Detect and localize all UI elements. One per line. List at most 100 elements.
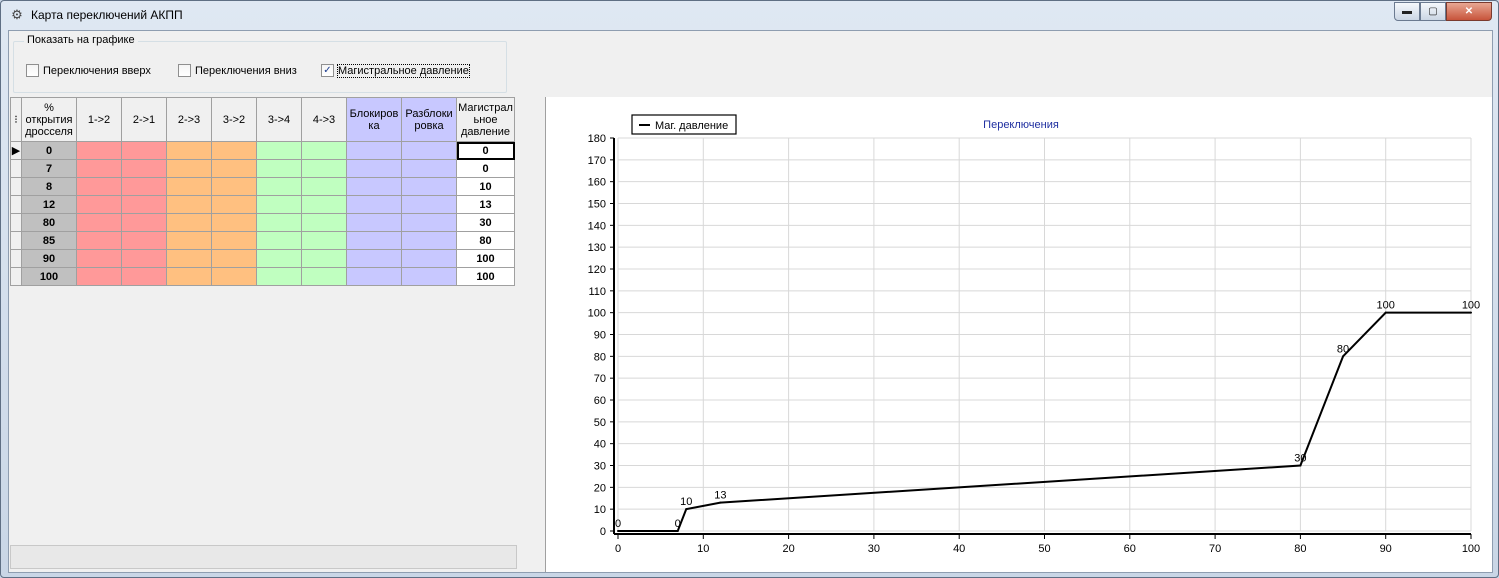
cell-2-3[interactable] (166, 267, 212, 286)
cell-3-2[interactable] (211, 267, 257, 286)
cell-1-2[interactable] (76, 249, 122, 268)
cell-1-2[interactable] (76, 177, 122, 196)
cell-2-3[interactable] (166, 249, 212, 268)
table-row[interactable]: 90 100 (10, 249, 515, 268)
cell-3-4[interactable] (256, 159, 302, 178)
table-row[interactable]: 100 100 (10, 267, 515, 286)
cell-3-2[interactable] (211, 159, 257, 178)
cell-unlock[interactable] (401, 267, 457, 286)
cell-3-2[interactable] (211, 141, 257, 160)
cell-lockup[interactable] (346, 141, 402, 160)
table-row[interactable]: ▶ 0 0 (10, 141, 515, 160)
throttle-cell[interactable]: 8 (21, 177, 77, 196)
cell-3-2[interactable] (211, 213, 257, 232)
cell-lockup[interactable] (346, 195, 402, 214)
row-selector-icon[interactable]: ⁝ (10, 97, 22, 142)
cell-3-4[interactable] (256, 213, 302, 232)
cell-2-1[interactable] (121, 249, 167, 268)
header-throttle[interactable]: % открытия дросселя (21, 97, 77, 142)
cell-2-1[interactable] (121, 231, 167, 250)
checkbox-line-pressure[interactable]: ✓ Магистральное давление (321, 63, 470, 78)
cell-unlock[interactable] (401, 213, 457, 232)
cell-3-4[interactable] (256, 249, 302, 268)
cell-unlock[interactable] (401, 141, 457, 160)
cell-lockup[interactable] (346, 231, 402, 250)
row-header[interactable]: ▶ (10, 141, 22, 160)
cell-1-2[interactable] (76, 267, 122, 286)
cell-2-3[interactable] (166, 213, 212, 232)
cell-4-3[interactable] (301, 249, 347, 268)
cell-3-2[interactable] (211, 231, 257, 250)
cell-4-3[interactable] (301, 159, 347, 178)
cell-1-2[interactable] (76, 195, 122, 214)
pressure-cell[interactable]: 100 (456, 249, 515, 268)
maximize-button[interactable]: ▢ (1420, 2, 1446, 21)
close-button[interactable]: ✕ (1446, 2, 1492, 21)
cell-lockup[interactable] (346, 267, 402, 286)
header-line-pressure[interactable]: Магистрал ьное давление (456, 97, 515, 142)
row-header[interactable] (10, 249, 22, 268)
checkbox-box[interactable] (178, 64, 191, 77)
checkbox-upshift[interactable]: Переключения вверх (26, 64, 151, 77)
row-header[interactable] (10, 159, 22, 178)
header-3-4[interactable]: 3->4 (256, 97, 302, 142)
checkbox-downshift[interactable]: Переключения вниз (178, 64, 297, 77)
pressure-cell[interactable]: 30 (456, 213, 515, 232)
cell-lockup[interactable] (346, 213, 402, 232)
header-3-2[interactable]: 3->2 (211, 97, 257, 142)
throttle-cell[interactable]: 12 (21, 195, 77, 214)
throttle-cell[interactable]: 100 (21, 267, 77, 286)
cell-4-3[interactable] (301, 213, 347, 232)
cell-1-2[interactable] (76, 141, 122, 160)
row-header[interactable] (10, 195, 22, 214)
pressure-cell[interactable]: 10 (456, 177, 515, 196)
title-bar[interactable]: ⚙ Карта переключений АКПП ▬ ▢ ✕ (1, 1, 1498, 30)
header-2-3[interactable]: 2->3 (166, 97, 212, 142)
table-row[interactable]: 85 80 (10, 231, 515, 250)
cell-unlock[interactable] (401, 159, 457, 178)
cell-3-2[interactable] (211, 249, 257, 268)
cell-4-3[interactable] (301, 195, 347, 214)
checkbox-box[interactable]: ✓ (321, 64, 334, 77)
cell-lockup[interactable] (346, 159, 402, 178)
cell-3-2[interactable] (211, 177, 257, 196)
cell-2-3[interactable] (166, 177, 212, 196)
cell-unlock[interactable] (401, 177, 457, 196)
table-row[interactable]: 70 (10, 159, 515, 178)
cell-2-1[interactable] (121, 267, 167, 286)
cell-1-2[interactable] (76, 159, 122, 178)
cell-2-3[interactable] (166, 195, 212, 214)
cell-2-3[interactable] (166, 231, 212, 250)
header-lockup[interactable]: Блокиров ка (346, 97, 402, 142)
cell-1-2[interactable] (76, 213, 122, 232)
throttle-cell[interactable]: 0 (21, 141, 77, 160)
header-4-3[interactable]: 4->3 (301, 97, 347, 142)
cell-3-4[interactable] (256, 195, 302, 214)
table-row[interactable]: 12 13 (10, 195, 515, 214)
row-header[interactable] (10, 231, 22, 250)
header-1-2[interactable]: 1->2 (76, 97, 122, 142)
table-row[interactable]: 8 10 (10, 177, 515, 196)
cell-2-3[interactable] (166, 159, 212, 178)
pressure-cell[interactable]: 0 (456, 159, 515, 178)
cell-3-4[interactable] (256, 267, 302, 286)
cell-2-1[interactable] (121, 141, 167, 160)
row-header[interactable] (10, 177, 22, 196)
row-header[interactable] (10, 213, 22, 232)
cell-3-4[interactable] (256, 141, 302, 160)
pressure-cell[interactable]: 100 (456, 267, 515, 286)
pressure-cell[interactable]: 80 (456, 231, 515, 250)
cell-unlock[interactable] (401, 195, 457, 214)
cell-3-4[interactable] (256, 177, 302, 196)
cell-2-3[interactable] (166, 141, 212, 160)
checkbox-box[interactable] (26, 64, 39, 77)
table-row[interactable]: 80 30 (10, 213, 515, 232)
cell-2-1[interactable] (121, 177, 167, 196)
cell-unlock[interactable] (401, 249, 457, 268)
cell-4-3[interactable] (301, 231, 347, 250)
cell-4-3[interactable] (301, 177, 347, 196)
pressure-cell[interactable]: 13 (456, 195, 515, 214)
row-header[interactable] (10, 267, 22, 286)
header-unlock[interactable]: Разблоки ровка (401, 97, 457, 142)
cell-1-2[interactable] (76, 231, 122, 250)
